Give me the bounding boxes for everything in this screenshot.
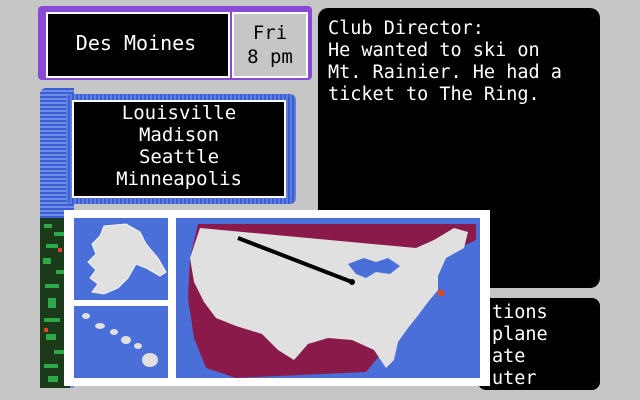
dialog-text-block: Club Director: He wanted to ski on Mt. R… [328, 18, 594, 106]
dialog-speaker: Club Director: [328, 18, 484, 39]
time-hour: 8 pm [247, 46, 293, 68]
option-investigate[interactable]: tions [492, 302, 548, 324]
destination-list: Louisville Madison Seattle Minneapolis [72, 102, 286, 190]
option-dossier-state[interactable]: ate [492, 346, 548, 368]
destination-item[interactable]: Minneapolis [72, 168, 286, 190]
time-day: Fri [252, 22, 288, 44]
options-list: tions plane ate uter [492, 302, 548, 390]
current-city: Des Moines [75, 31, 197, 55]
usa-map [176, 218, 480, 378]
time-box: Fri 8 pm [232, 12, 308, 78]
destination-item[interactable]: Seattle [72, 146, 286, 168]
destination-item[interactable]: Madison [72, 124, 286, 146]
dialog-message: He wanted to ski on Mt. Rainier. He had … [328, 40, 562, 105]
hawaii-map [74, 306, 168, 378]
option-computer[interactable]: uter [492, 368, 548, 390]
option-airplane[interactable]: plane [492, 324, 548, 346]
alaska-map [74, 218, 168, 300]
destination-item[interactable]: Louisville [72, 102, 286, 124]
